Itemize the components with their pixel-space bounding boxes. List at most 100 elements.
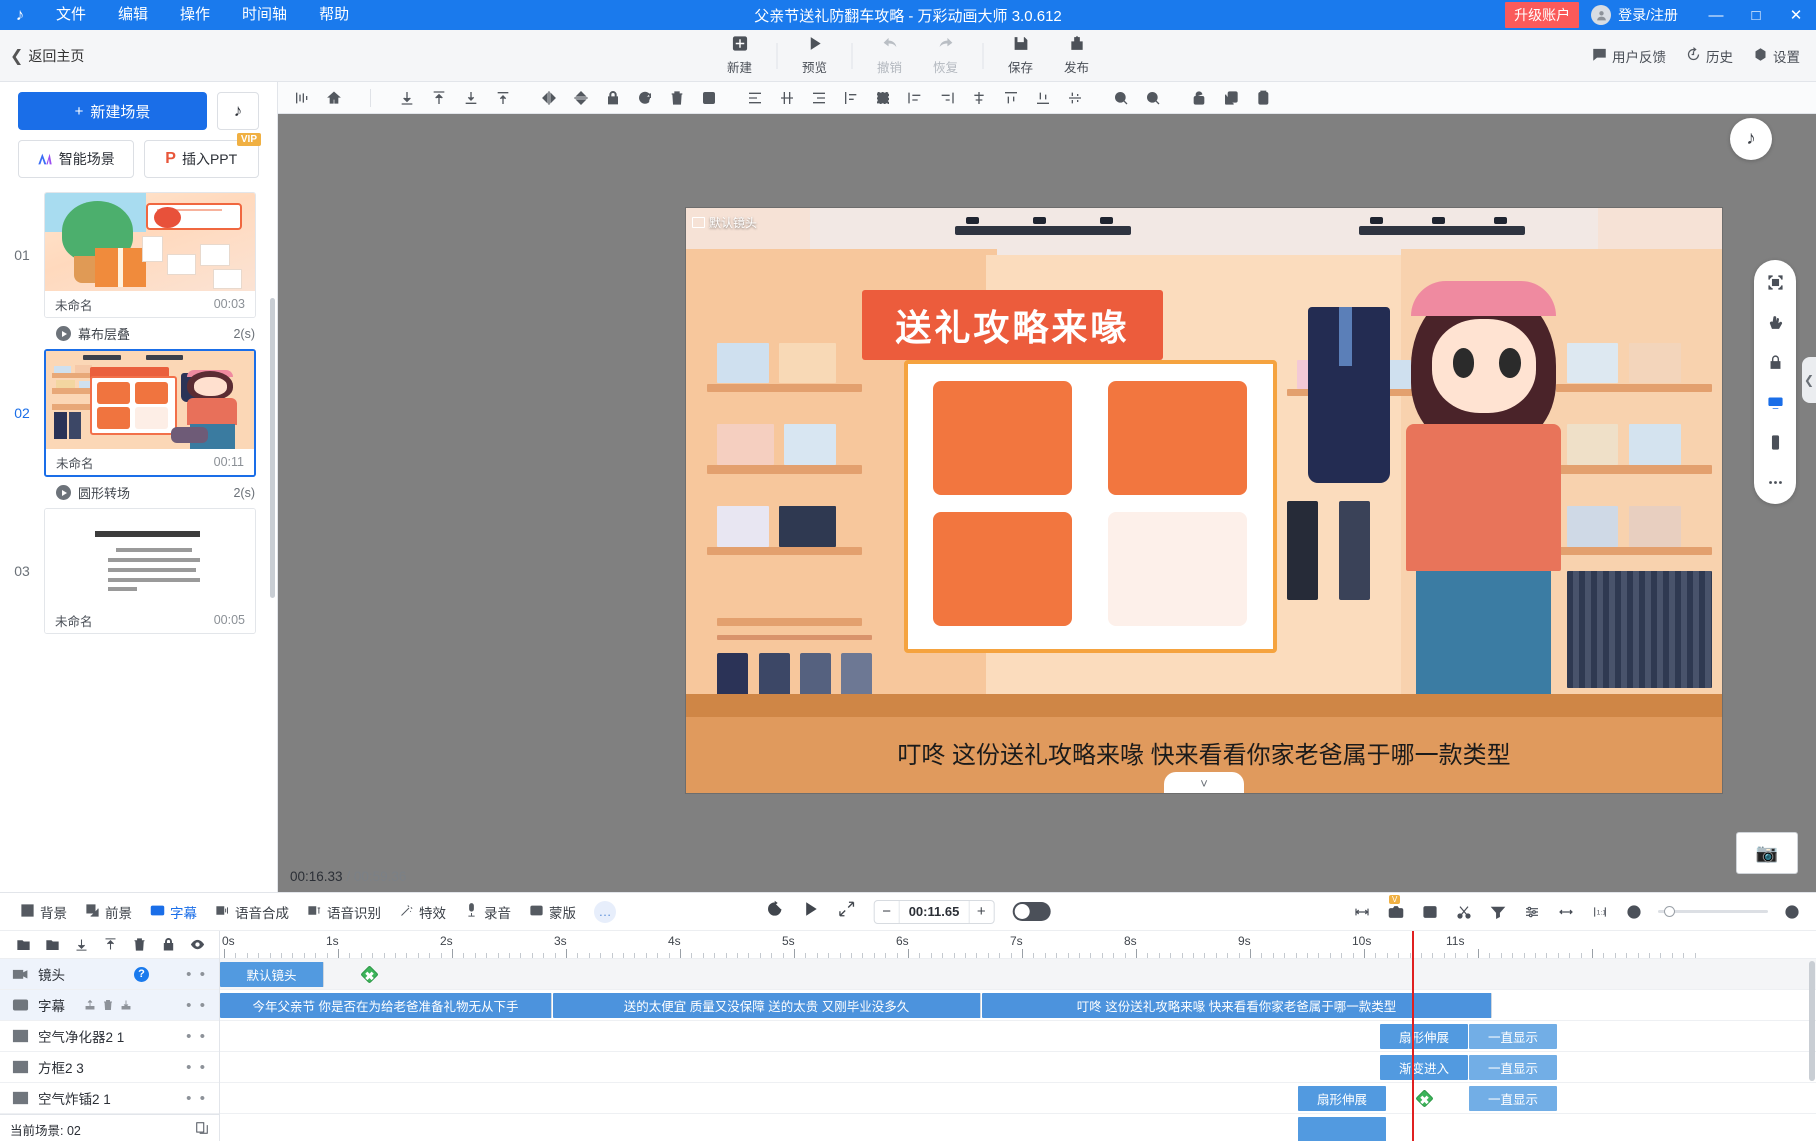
asr-tool[interactable]: 语音识别 [299,898,389,926]
track-dots[interactable]: • • [186,997,219,1014]
user-feedback-button[interactable]: 用户反馈 [1592,46,1666,66]
track-camera[interactable]: 默认镜头 [220,959,1816,990]
product-cell-empty[interactable] [1108,512,1247,626]
transition-item[interactable]: 幕布层叠 2(s) [0,318,277,349]
zoom-in-icon[interactable] [1105,83,1137,113]
mask-tool[interactable]: 蒙版 [521,898,584,926]
settings-button[interactable]: 设置 [1753,46,1800,66]
camera-clip[interactable]: 默认镜头 [220,962,324,987]
time-increase-button[interactable]: + [969,901,993,923]
animation-chip-in[interactable]: 扇形伸展 [1298,1086,1386,1111]
eye-icon[interactable] [184,934,211,956]
edit-pencil-icon[interactable] [1420,902,1440,922]
insert-ppt-button[interactable]: P 插入PPT VIP [143,133,261,178]
menu-edit[interactable]: 编辑 [102,0,164,30]
new-button[interactable]: 新建 [712,32,768,80]
scene-music-button[interactable]: ♪ [1730,118,1772,160]
unlock-icon[interactable] [1183,83,1215,113]
animation-chip-in[interactable]: 渐变进入 [1380,1055,1468,1080]
duration-icon[interactable]: 1:1 [1590,902,1610,922]
scene-list-scrollbar[interactable] [270,298,275,598]
snapshot-icon[interactable]: V [1386,894,1406,922]
record-tool[interactable]: 录音 [456,898,519,926]
align-right-icon[interactable] [803,83,835,113]
product-cell-massage-gun[interactable] [933,381,1072,495]
adjust-icon[interactable] [1522,902,1542,922]
undo-button[interactable]: 撤销 [862,32,918,80]
scene-card[interactable]: 未命名 00:03 [44,192,256,318]
split-icon[interactable] [1352,902,1372,922]
background-music-button[interactable]: ♪ [217,92,259,130]
fullscreen-icon[interactable] [838,900,856,923]
help-icon[interactable]: ? [134,966,149,982]
flip-vertical-icon[interactable] [565,83,597,113]
mobile-icon[interactable] [1763,430,1787,454]
rotate-icon[interactable] [629,83,661,113]
foreground-tool[interactable]: 前景 [77,898,140,926]
smart-scene-button[interactable]: 智能场景 [18,140,134,178]
play-button[interactable] [802,900,820,923]
filter-icon[interactable] [1488,902,1508,922]
more-icon[interactable] [1763,470,1787,494]
track-dots[interactable]: • • [186,1059,219,1076]
login-register-button[interactable]: 登录/注册 [1591,5,1678,25]
timeline-zoom-slider[interactable] [1658,906,1768,917]
animation-chip-hold[interactable]: 一直显示 [1469,1024,1557,1049]
home-icon[interactable] [318,83,350,113]
crop-icon[interactable] [693,83,725,113]
add-folder-icon[interactable] [39,934,66,956]
align-top-icon[interactable] [835,83,867,113]
distribute-bottom-icon[interactable] [1027,83,1059,113]
playback-time-value[interactable]: 00:11.65 [898,900,970,923]
timeline-tracks[interactable]: 0s 1s 2s 3s 4s 5s 6s 7s 8s 9s 10s 11s 默认… [220,931,1816,1141]
track-mini-actions[interactable] [84,999,132,1011]
preview-button[interactable]: 预览 [787,32,843,80]
keyframe-marker[interactable] [360,965,379,984]
more-tools-button[interactable]: … [594,900,616,923]
fit-width-icon[interactable] [1556,902,1576,922]
animation-chip-hold[interactable]: 一直显示 [1469,1055,1557,1080]
pan-hand-icon[interactable] [1763,310,1787,334]
product-cell-air-fryer[interactable] [933,512,1072,626]
layers-icon[interactable] [286,83,318,113]
effects-tool[interactable]: 特效 [391,898,454,926]
time-stepper[interactable]: − 00:11.65 + [873,899,995,924]
publish-button[interactable]: 发布 [1049,32,1105,80]
title-banner[interactable]: 送礼攻略来喙 [862,289,1163,361]
track-dots[interactable]: • • [186,966,219,983]
product-cell-hoodie[interactable] [1108,381,1247,495]
menu-file[interactable]: 文件 [40,0,102,30]
bring-front-icon[interactable] [423,83,455,113]
scene-item[interactable]: 01 未命名 00:03 [0,192,277,318]
collapse-rail-button[interactable]: ❮ [1802,357,1816,403]
subtitle-clip[interactable]: 今年父亲节 你是否在为给老爸准备礼物无从下手 [220,993,552,1018]
delete-object-icon[interactable] [661,83,693,113]
play-transition-icon[interactable] [56,485,71,500]
scene-copy-icon[interactable] [195,1121,209,1138]
subtitle-clip[interactable]: 送的太便宜 质量又没保障 送的太贵 又刚毕业没多久 [553,993,981,1018]
copy-icon[interactable] [1215,83,1247,113]
timeline-vertical-scrollbar[interactable] [1809,961,1815,1081]
scene-card[interactable]: 未命名 00:05 [44,508,256,634]
flip-horizontal-icon[interactable] [533,83,565,113]
animation-chip-in[interactable]: 扇形伸展 [1380,1024,1468,1049]
new-scene-button[interactable]: + 新建场景 [18,92,207,130]
distribute-left-icon[interactable] [899,83,931,113]
track-header-camera[interactable]: 镜头 ? • • [0,959,219,990]
minimize-button[interactable]: — [1696,0,1736,30]
display-icon[interactable] [1763,390,1787,414]
product-panel[interactable] [903,360,1277,653]
track-header-air-fryer[interactable]: 空气炸锸2 1 • • [0,1083,219,1114]
track-subtitle[interactable]: 今年父亲节 你是否在为给老爸准备礼物无从下手 送的太便宜 质量又没保障 送的太贵… [220,990,1816,1021]
menu-timeline[interactable]: 时间轴 [226,0,303,30]
animation-chip-hold[interactable]: 一直显示 [1469,1086,1557,1111]
scene-list[interactable]: 01 未命名 00:03 幕布层叠 2(s) 02 未命名 00:11 圆形转场… [0,178,277,892]
lock-icon[interactable] [155,934,182,956]
maximize-button[interactable]: □ [1736,0,1776,30]
scene-item[interactable]: 02 未命名 00:11 [0,349,277,477]
lock-icon[interactable] [1763,350,1787,374]
move-up-icon[interactable] [97,934,124,956]
track-box2[interactable]: 渐变进入 一直显示 [220,1052,1816,1083]
align-bottom-icon[interactable] [867,83,899,113]
canvas-stage[interactable]: 送礼攻略来喙 默认镜头 叮咚 这份送礼攻略来喙 快来看看你家老爸属于哪一款类型 … [685,207,1723,794]
